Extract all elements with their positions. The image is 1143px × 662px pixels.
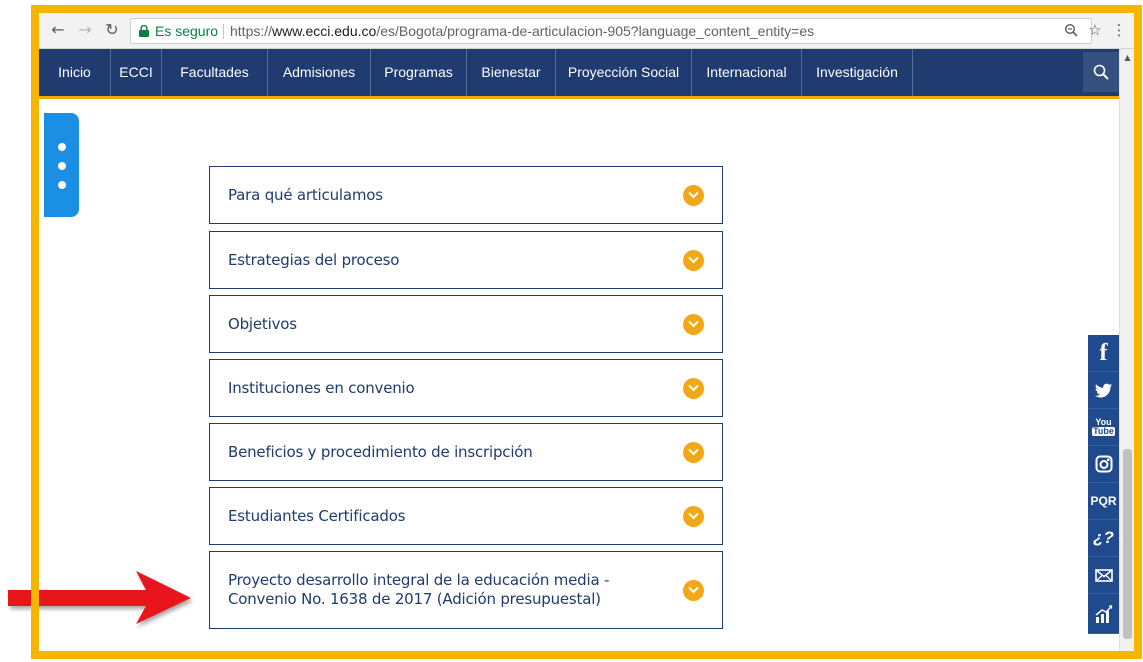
url-text[interactable]: https://www.ecci.edu.co/es/Bogota/progra… [230, 19, 814, 43]
lock-icon [139, 25, 149, 37]
page: { "browser": { "secure_label": "Es segur… [0, 0, 1143, 662]
browser-toolbar: ← → ↻ Es seguro https://www.ecci.edu.co/… [39, 13, 1134, 49]
secure-label: Es seguro [155, 23, 219, 39]
accordion-item-label: Proyecto desarrollo integral de la educa… [228, 571, 610, 608]
accordion-item-label: Para qué articulamos [228, 185, 383, 204]
chevron-down-icon[interactable] [683, 442, 704, 463]
accordion-item[interactable]: Para qué articulamos [209, 166, 723, 224]
pqr-button[interactable]: PQR [1088, 483, 1119, 520]
nav-item-inicio[interactable]: Inicio [39, 49, 111, 96]
chevron-down-icon[interactable] [683, 506, 704, 527]
url-host: www.ecci.edu.co [272, 23, 377, 39]
twitter-icon[interactable] [1088, 372, 1119, 409]
menu-dot-icon [58, 143, 66, 151]
accordion-item[interactable]: Beneficios y procedimiento de inscripció… [209, 423, 723, 481]
accordion-item[interactable]: Estrategias del proceso [209, 231, 723, 289]
nav-item-programas[interactable]: Programas [371, 49, 467, 96]
nav-item-ecci[interactable]: ECCI [111, 49, 162, 96]
chevron-down-icon[interactable] [683, 580, 704, 601]
page-scrollbar[interactable]: ▲ [1119, 49, 1134, 652]
side-menu-tab[interactable] [44, 113, 79, 217]
url-prefix: https:// [230, 23, 273, 39]
accordion-item-label: Objetivos [228, 314, 297, 333]
accordion-item-label: Beneficios y procedimiento de inscripció… [228, 442, 533, 461]
help-question-icon[interactable]: ¿? [1088, 520, 1119, 557]
nav-item-facultades[interactable]: Facultades [162, 49, 268, 96]
search-icon [1093, 64, 1109, 80]
accordion-item[interactable]: Estudiantes Certificados [209, 487, 723, 545]
menu-dot-icon [58, 162, 66, 170]
instagram-icon[interactable] [1088, 446, 1119, 483]
accordion-item-label: Instituciones en convenio [228, 378, 415, 397]
red-arrow-annotation [8, 571, 191, 624]
stats-chart-icon[interactable] [1088, 594, 1119, 634]
accordion-item[interactable]: Objetivos [209, 295, 723, 353]
scroll-up-icon[interactable]: ▲ [1120, 53, 1135, 63]
accordion-item[interactable]: Proyecto desarrollo integral de la educa… [209, 551, 723, 629]
nav-item-bienestar[interactable]: Bienestar [467, 49, 556, 96]
bookmark-star-icon[interactable]: ☆ [1085, 20, 1105, 40]
accordion-item[interactable]: Instituciones en convenio [209, 359, 723, 417]
site-search-button[interactable] [1083, 52, 1119, 92]
menu-kebab-icon[interactable]: ⋮ [1109, 20, 1129, 40]
chevron-down-icon[interactable] [683, 378, 704, 399]
accordion-item-label: Estrategias del proceso [228, 250, 400, 269]
nav-item-admisiones[interactable]: Admisiones [268, 49, 371, 96]
separator [223, 24, 224, 39]
reload-icon[interactable]: ↻ [102, 20, 122, 40]
zoom-icon[interactable] [1061, 20, 1081, 40]
address-bar[interactable]: Es seguro https://www.ecci.edu.co/es/Bog… [130, 18, 1092, 44]
nav-item-internacional[interactable]: Internacional [692, 49, 802, 96]
accordion-item-label: Estudiantes Certificados [228, 506, 406, 525]
chevron-down-icon[interactable] [683, 314, 704, 335]
nav-item-investigacion[interactable]: Investigación [802, 49, 913, 96]
url-path: /es/Bogota/programa-de-articulacion-905?… [376, 23, 815, 39]
chevron-down-icon[interactable] [683, 185, 704, 206]
nav-item-proyeccion-social[interactable]: Proyección Social [556, 49, 692, 96]
chevron-down-icon[interactable] [683, 250, 704, 271]
mail-icon[interactable] [1088, 557, 1119, 594]
forward-icon[interactable]: → [75, 20, 95, 40]
scroll-thumb[interactable] [1123, 449, 1132, 639]
youtube-icon[interactable]: You Tube [1088, 409, 1119, 446]
menu-dot-icon [58, 181, 66, 189]
facebook-icon[interactable]: f [1088, 335, 1119, 372]
site-nav: Inicio ECCI Facultades Admisiones Progra… [39, 49, 1119, 99]
back-icon[interactable]: ← [48, 20, 68, 40]
